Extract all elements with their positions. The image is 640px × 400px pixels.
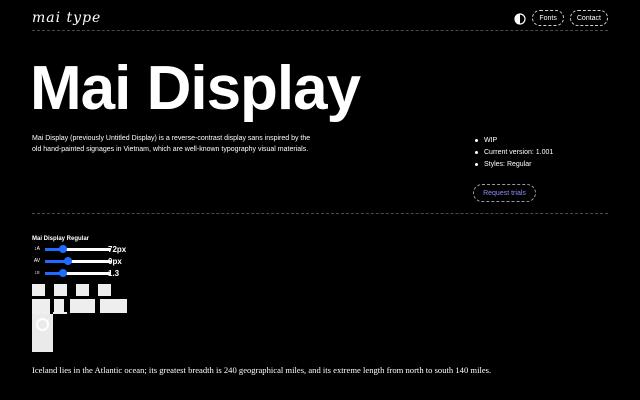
nav-contact-button[interactable]: Contact (569, 10, 608, 26)
glyph-preview (32, 314, 53, 352)
sample-text: Iceland lies in the Atlantic ocean; its … (32, 365, 492, 375)
font-size-slider-thumb[interactable] (59, 244, 68, 253)
nav-fonts-button[interactable]: Fonts (532, 10, 564, 26)
font-description: Mai Display (previously Untitled Display… (32, 135, 311, 153)
letter-spacing-icon: AV (33, 257, 41, 264)
meta-status: WIP (475, 135, 553, 147)
logo[interactable]: mai type (32, 10, 101, 26)
line-height-control: ↕≡ 1.3 (32, 268, 119, 278)
meta-styles: Styles: Regular (475, 159, 553, 171)
line-height-value: 1.3 (108, 268, 120, 278)
letter-spacing-slider-thumb[interactable] (64, 256, 73, 265)
half-circle-contrast-icon[interactable] (514, 12, 526, 25)
option-tile[interactable] (100, 299, 127, 313)
site-header: mai type Fonts Contact (32, 6, 608, 30)
letter-spacing-slider[interactable] (45, 256, 111, 265)
letter-spacing-value: 0px (108, 256, 122, 266)
font-size-control: ↕A 72px (32, 244, 126, 254)
request-trials-button[interactable]: Request trials (473, 184, 536, 202)
meta-version: Current version: 1.001 (475, 147, 553, 159)
font-size-value: 72px (108, 244, 127, 254)
top-nav: Fonts Contact (514, 10, 608, 26)
section-divider (32, 213, 608, 214)
option-tile-divider (53, 312, 67, 314)
option-tile[interactable] (70, 299, 95, 313)
font-size-icon: ↕A (34, 245, 40, 252)
option-tile[interactable] (98, 284, 111, 296)
line-height-icon: ↕≡ (34, 269, 40, 276)
option-tile[interactable] (76, 284, 89, 296)
glyph-preview-o (36, 318, 49, 331)
page-title: Mai Display (30, 54, 361, 123)
font-meta-list: WIP Current version: 1.001 Styles: Regul… (475, 135, 553, 171)
line-height-slider-thumb[interactable] (59, 268, 68, 277)
specimen-style-label: Mai Display Regular (32, 236, 90, 242)
option-tile[interactable] (54, 284, 67, 296)
font-size-slider[interactable] (45, 244, 111, 253)
letter-spacing-control: AV 0px (32, 256, 122, 266)
option-tile[interactable] (32, 299, 50, 314)
header-divider (32, 30, 608, 31)
line-height-slider[interactable] (45, 268, 111, 277)
option-tile[interactable] (32, 284, 45, 296)
